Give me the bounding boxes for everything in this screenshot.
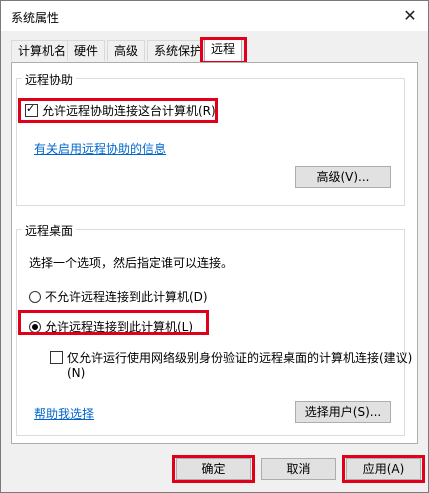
allow-remote-assistance-label: 允许远程协助连接这台计算机(R) — [42, 104, 216, 118]
system-properties-window: 系统属性 ✕ 计算机名 硬件 高级 系统保护 远程 远程协助 允许远程协助连接这… — [0, 0, 429, 493]
advanced-button[interactable]: 高级(V)... — [295, 166, 391, 188]
cancel-button[interactable]: 取消 — [261, 458, 336, 480]
tab-system-protection[interactable]: 系统保护 — [147, 40, 210, 61]
apply-button[interactable]: 应用(A) — [346, 458, 421, 480]
nla-only-label-line1: 仅允许运行使用网络级别身份验证的远程桌面的计算机连接(建议) — [67, 351, 413, 365]
tab-advanced[interactable]: 高级 — [107, 40, 146, 61]
select-users-button[interactable]: 选择用户(S)... — [295, 401, 391, 423]
checkbox-checked-icon[interactable] — [25, 102, 38, 117]
nla-only-label-line2: (N) — [67, 366, 86, 380]
nla-only-checkbox[interactable]: 仅允许运行使用网络级别身份验证的远程桌面的计算机连接(建议) (N) — [50, 349, 412, 380]
allow-remote-label: 允许远程连接到此计算机(L) — [45, 320, 194, 334]
remote-assistance-info-link[interactable]: 有关启用远程协助的信息 — [34, 140, 166, 157]
radio-checked-icon[interactable] — [29, 320, 41, 333]
tab-hardware[interactable]: 硬件 — [67, 40, 106, 61]
allow-remote-assistance-checkbox[interactable]: 允许远程协助连接这台计算机(R) — [25, 102, 216, 119]
remote-desktop-group-title: 远程桌面 — [22, 222, 77, 239]
remote-desktop-instruction: 选择一个选项，然后指定谁可以连接。 — [29, 256, 234, 270]
no-allow-remote-radio[interactable]: 不允许远程连接到此计算机(D) — [29, 288, 208, 305]
close-icon[interactable]: ✕ — [400, 6, 420, 26]
remote-tab-panel: 远程协助 允许远程协助连接这台计算机(R) 有关启用远程协助的信息 高级(V).… — [11, 62, 418, 444]
tab-computer-name[interactable]: 计算机名 — [11, 40, 74, 61]
no-allow-remote-label: 不允许远程连接到此计算机(D) — [45, 290, 208, 304]
nla-only-label: 仅允许运行使用网络级别身份验证的远程桌面的计算机连接(建议) (N) — [67, 349, 412, 380]
help-me-choose-link[interactable]: 帮助我选择 — [34, 405, 94, 422]
window-title: 系统属性 — [11, 11, 60, 25]
allow-remote-radio[interactable]: 允许远程连接到此计算机(L) — [29, 318, 193, 335]
tab-remote[interactable]: 远程 — [204, 38, 243, 61]
remote-assistance-group-title: 远程协助 — [22, 71, 77, 88]
checkbox-unchecked-icon[interactable] — [50, 351, 63, 364]
title-bar: 系统属性 ✕ — [1, 1, 428, 31]
ok-button[interactable]: 确定 — [176, 458, 251, 480]
radio-unchecked-icon[interactable] — [29, 290, 41, 303]
